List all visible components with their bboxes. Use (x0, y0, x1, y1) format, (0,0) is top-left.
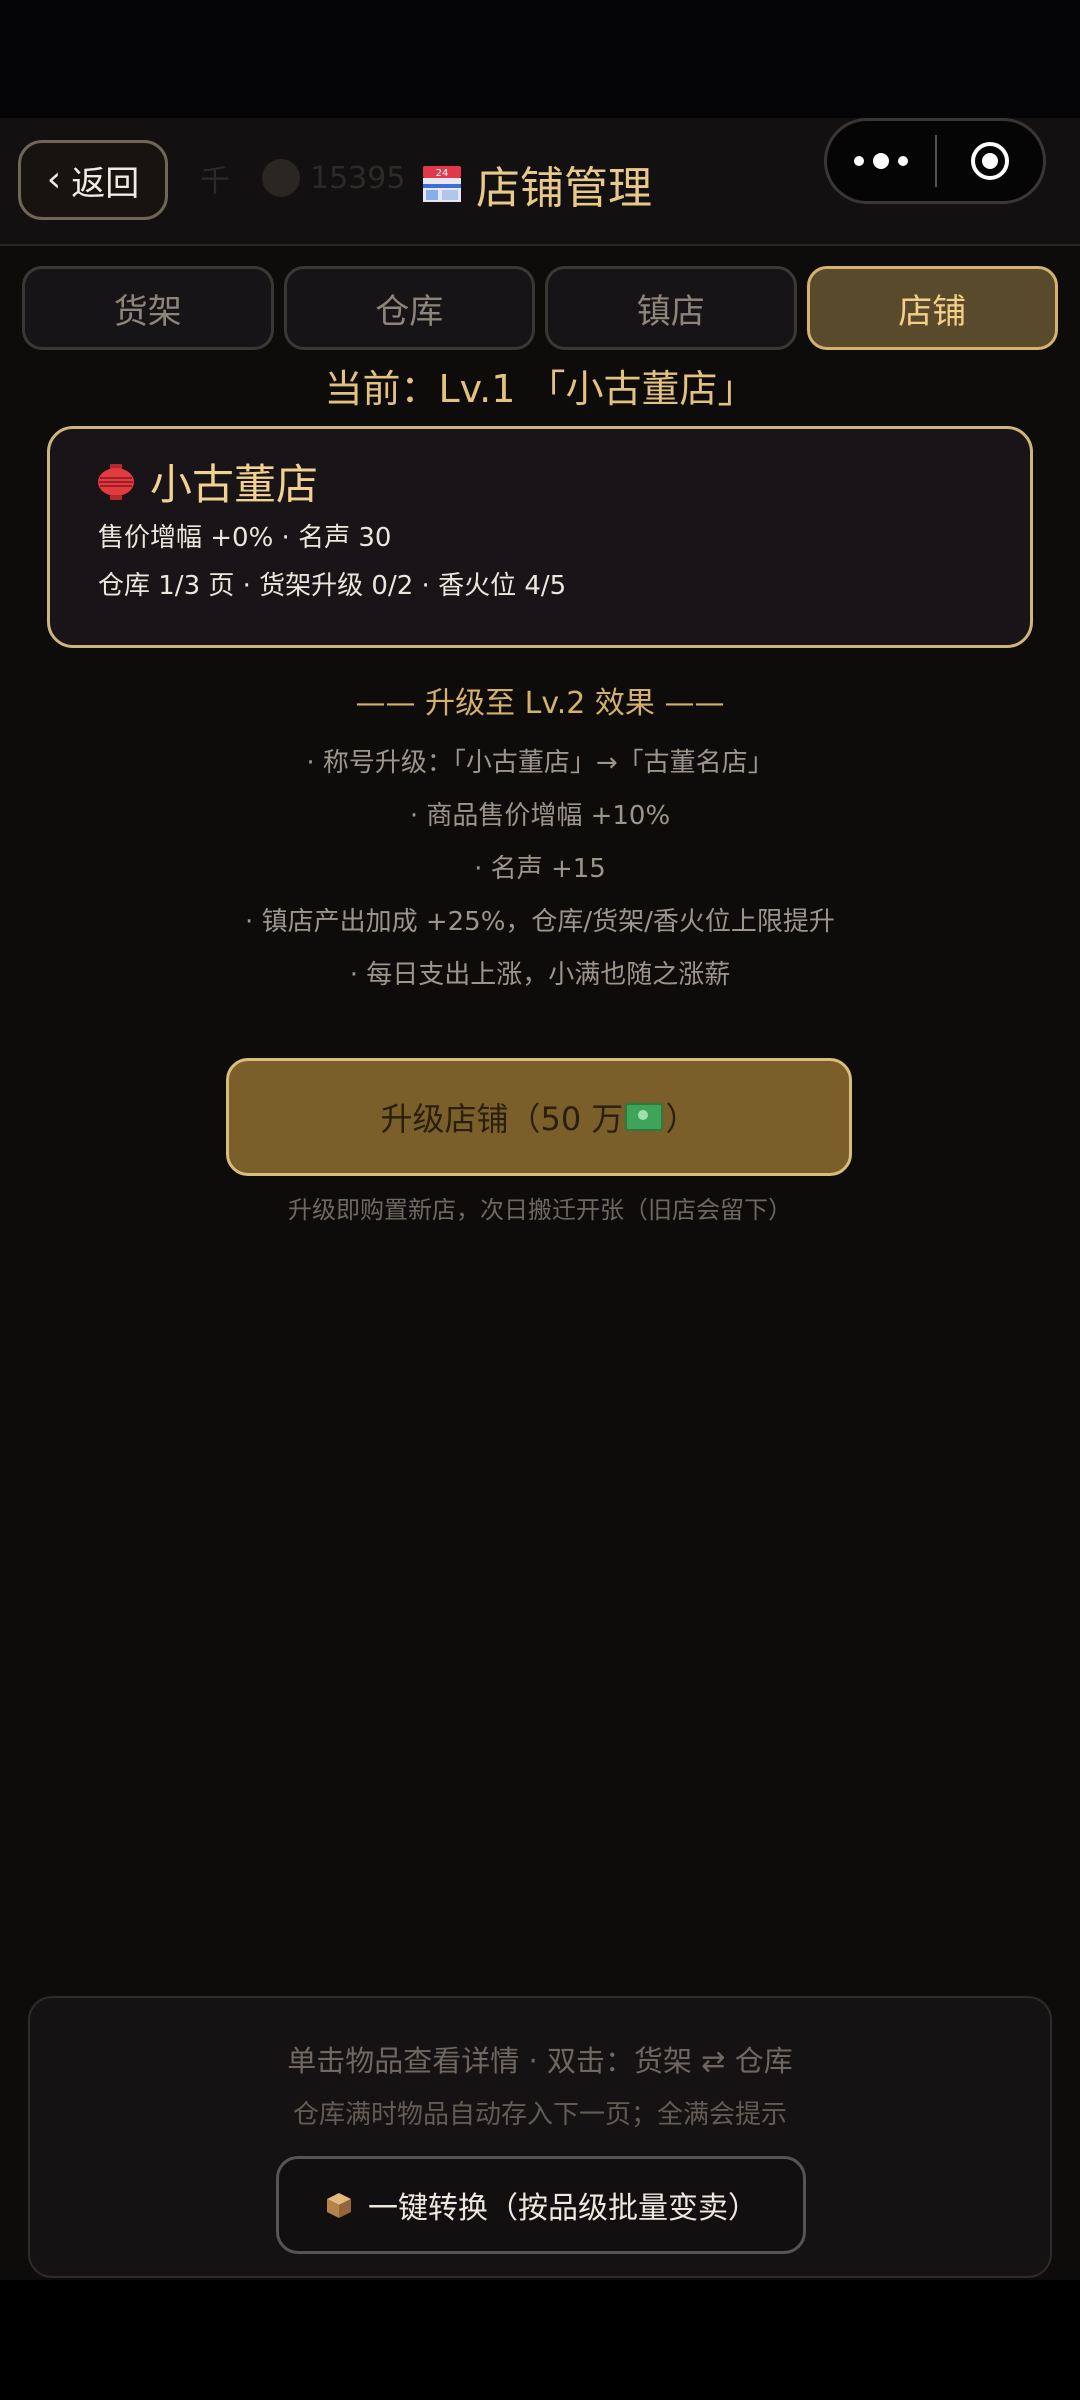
header-bar: ‹ 返回 千 15395 24 店铺管理 (0, 118, 1080, 246)
upgrade-effects-header: —— 升级至 Lv.2 效果 —— (355, 686, 725, 721)
batch-convert-button[interactable]: 一键转换（按品级批量变卖） (276, 2156, 806, 2254)
more-button[interactable] (827, 121, 935, 201)
current-level-label: 当前：Lv.1 「小古董店」 (324, 367, 756, 411)
tab-bar: 货架 仓库 镇店 店铺 (22, 266, 1058, 350)
chevron-left-icon: ‹ (46, 159, 62, 200)
upgrade-effect-item: · 商品售价增幅 +10% (409, 801, 671, 831)
upgrade-note: 升级即购置新店，次日搬迁开张（旧店会留下） (288, 1196, 792, 1224)
close-miniprogram-button[interactable] (937, 121, 1043, 201)
level-card-stats-1: 售价增幅 +0% · 名声 30 (98, 523, 392, 553)
page-title-text: 店铺管理 (476, 163, 652, 214)
level-card-title: 小古董店 (96, 451, 318, 512)
tab-shelf[interactable]: 货架 (22, 266, 274, 350)
level-card-name: 小古董店 (150, 460, 319, 509)
level-card-stats-2: 仓库 1/3 页 · 货架升级 0/2 · 香火位 4/5 (98, 571, 567, 601)
back-button[interactable]: ‹ 返回 (18, 140, 168, 220)
faded-coin-counter: 15395 (262, 148, 405, 208)
tab-warehouse[interactable]: 仓库 (283, 266, 535, 350)
batch-convert-label: 一键转换（按品级批量变卖） (368, 2191, 758, 2226)
package-icon (327, 2193, 351, 2218)
target-close-icon (970, 142, 1009, 180)
faded-resource-counter: 千 (200, 164, 230, 199)
cash-icon (625, 1103, 664, 1131)
upgrade-effect-item: · 称号升级：「小古董店」→「古董名店」 (306, 748, 774, 778)
svg-text:24: 24 (436, 168, 449, 179)
help-tip-warehouse: 仓库满时物品自动存入下一页；全满会提示 (292, 2100, 787, 2130)
system-nav-area (0, 2280, 1080, 2400)
mini-program-capsule (824, 118, 1046, 204)
upgrade-shop-button[interactable]: 升级店铺（50 万 ） (226, 1058, 852, 1176)
app-screen: ‹ 返回 千 15395 24 店铺管理 货架 仓库 镇店 店铺 当前：Lv.1… (0, 118, 1080, 2280)
convenience-store-icon: 24 (423, 166, 461, 202)
tab-treasure[interactable]: 镇店 (545, 266, 797, 350)
back-button-label: 返回 (71, 163, 140, 204)
page-title: 24 店铺管理 (420, 154, 652, 214)
tab-shop[interactable]: 店铺 (806, 266, 1058, 350)
help-tip-click: 单击物品查看详情 · 双击：货架 ⇄ 仓库 (287, 2044, 793, 2078)
level-card: 小古董店 售价增幅 +0% · 名声 30 仓库 1/3 页 · 货架升级 0/… (47, 426, 1033, 648)
status-bar (0, 0, 1080, 118)
upgrade-effect-item: · 每日支出上涨，小满也随之涨薪 (349, 960, 731, 990)
red-lantern-icon (98, 463, 134, 500)
upgrade-effect-item: · 镇店产出加成 +25%，仓库/货架/香火位上限提升 (245, 907, 835, 937)
upgrade-effect-item: · 名声 +15 (474, 854, 606, 884)
coin-icon (262, 159, 300, 197)
more-icon (854, 156, 864, 166)
bottom-help-panel: 单击物品查看详情 · 双击：货架 ⇄ 仓库 仓库满时物品自动存入下一页；全满会提… (28, 1996, 1052, 2278)
